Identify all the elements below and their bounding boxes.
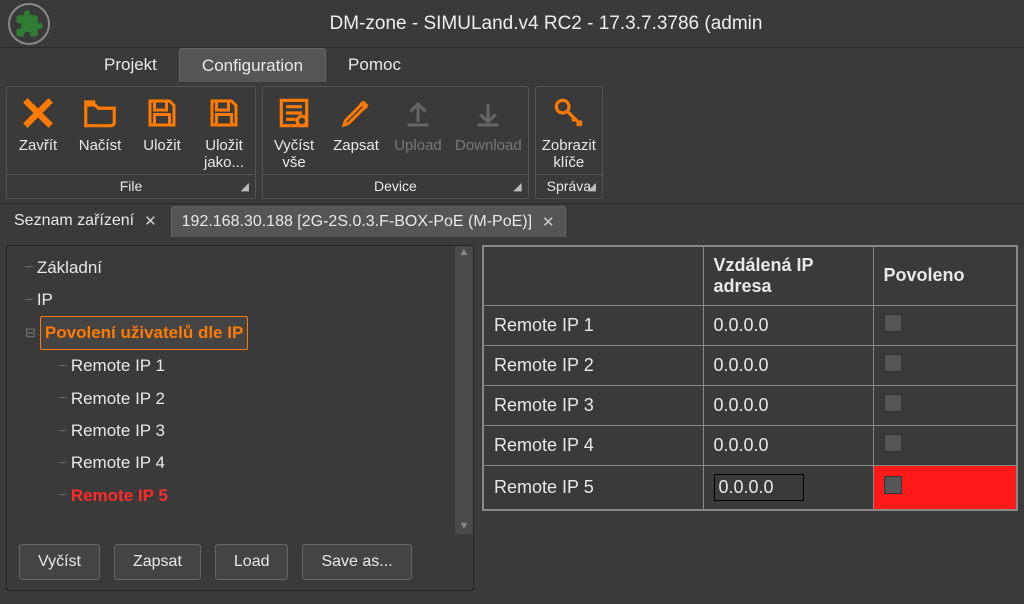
tree-node-remote-ip-3[interactable]: ┄Remote IP 3	[11, 415, 451, 447]
download-icon	[468, 93, 508, 133]
write-button[interactable]: Zapsat	[325, 87, 387, 174]
checkbox-icon[interactable]	[884, 394, 902, 412]
table-row[interactable]: Remote IP 1 0.0.0.0	[483, 305, 1017, 345]
tree-node-remote-ip-5[interactable]: ┄Remote IP 5	[11, 480, 451, 512]
ribbon-footer-sprava: Správa ◢	[536, 174, 602, 198]
row-ip[interactable]: 0.0.0.0	[703, 305, 873, 345]
pencil-icon	[336, 93, 376, 133]
save-as-button-bottom[interactable]: Save as...	[302, 544, 411, 580]
row-ip[interactable]: 0.0.0.0	[703, 385, 873, 425]
ribbon: Zavřít Načíst Uložit Uložit jako...	[0, 82, 1024, 203]
puzzle-icon	[14, 9, 44, 39]
load-button-bottom[interactable]: Load	[215, 544, 289, 580]
menu-projekt[interactable]: Projekt	[82, 48, 179, 82]
row-enabled[interactable]	[873, 385, 1017, 425]
scroll-up-icon[interactable]: ▲	[459, 246, 470, 260]
tab-device-list[interactable]: Seznam zařízení ✕	[4, 206, 167, 236]
close-button[interactable]: Zavřít	[7, 87, 69, 174]
close-tab-icon[interactable]: ✕	[542, 213, 555, 231]
download-button: Download	[449, 87, 528, 174]
row-name: Remote IP 3	[483, 385, 703, 425]
expand-icon[interactable]: ◢	[241, 180, 249, 193]
ip-edit-input[interactable]: 0.0.0.0	[714, 474, 804, 501]
row-ip[interactable]: 0.0.0.0	[703, 425, 873, 465]
show-keys-button[interactable]: Zobrazit klíče	[536, 87, 602, 174]
save-as-button[interactable]: Uložit jako...	[193, 87, 255, 174]
table-row[interactable]: Remote IP 4 0.0.0.0	[483, 425, 1017, 465]
remote-ip-table: Vzdálená IP adresa Povoleno Remote IP 1 …	[482, 245, 1018, 511]
ribbon-group-sprava: Zobrazit klíče Správa ◢	[535, 86, 603, 199]
tree-node-remote-ip-2[interactable]: ┄Remote IP 2	[11, 383, 451, 415]
save-button[interactable]: Uložit	[131, 87, 193, 174]
save-icon	[142, 93, 182, 133]
write-button-bottom[interactable]: Zapsat	[114, 544, 201, 580]
table-row[interactable]: Remote IP 5 0.0.0.0	[483, 465, 1017, 510]
col-ip-header: Vzdálená IP adresa	[703, 246, 873, 306]
checkbox-icon[interactable]	[884, 434, 902, 452]
upload-icon	[398, 93, 438, 133]
row-name: Remote IP 2	[483, 345, 703, 385]
table-row[interactable]: Remote IP 3 0.0.0.0	[483, 385, 1017, 425]
window-title: DM-zone - SIMULand.v4 RC2 - 17.3.7.3786 …	[68, 13, 1024, 35]
row-name: Remote IP 5	[483, 465, 703, 510]
ribbon-group-file: Zavřít Načíst Uložit Uložit jako...	[6, 86, 256, 199]
left-button-row: Vyčíst Zapsat Load Save as...	[7, 534, 473, 590]
config-tree[interactable]: ┄Základní ┄IP ⊟Povolení uživatelů dle IP…	[7, 246, 455, 534]
row-enabled[interactable]	[873, 425, 1017, 465]
row-name: Remote IP 4	[483, 425, 703, 465]
ribbon-footer-file: File ◢	[7, 174, 255, 198]
row-enabled[interactable]	[873, 345, 1017, 385]
tree-node-povoleni[interactable]: ⊟Povolení uživatelů dle IP	[11, 316, 451, 350]
col-enabled-header: Povoleno	[873, 246, 1017, 306]
main-area: ┄Základní ┄IP ⊟Povolení uživatelů dle IP…	[0, 239, 1024, 597]
key-icon	[549, 93, 589, 133]
expand-icon[interactable]: ◢	[513, 180, 521, 193]
tree-node-zakladni[interactable]: ┄Základní	[11, 252, 451, 284]
tab-device-ip[interactable]: 192.168.30.188 [2G-2S.0.3.F-BOX-PoE (M-P…	[171, 206, 566, 237]
folder-open-icon	[80, 93, 120, 133]
upload-button: Upload	[387, 87, 449, 174]
menubar: Projekt Configuration Pomoc	[0, 48, 1024, 82]
tree-node-remote-ip-4[interactable]: ┄Remote IP 4	[11, 447, 451, 479]
tree-scrollbar[interactable]: ▲ ▼	[455, 246, 473, 534]
checkbox-icon[interactable]	[884, 354, 902, 372]
save-as-icon	[204, 93, 244, 133]
row-enabled[interactable]	[873, 305, 1017, 345]
document-tabs: Seznam zařízení ✕ 192.168.30.188 [2G-2S.…	[0, 203, 1024, 239]
ribbon-footer-device: Device ◢	[263, 174, 528, 198]
table-row[interactable]: Remote IP 2 0.0.0.0	[483, 345, 1017, 385]
ribbon-group-device: Vyčíst vše Zapsat Upload Download	[262, 86, 529, 199]
right-pane: Vzdálená IP adresa Povoleno Remote IP 1 …	[482, 245, 1018, 591]
menu-pomoc[interactable]: Pomoc	[326, 48, 423, 82]
left-pane: ┄Základní ┄IP ⊟Povolení uživatelů dle IP…	[6, 245, 474, 591]
read-all-icon	[274, 93, 314, 133]
read-button[interactable]: Vyčíst	[19, 544, 100, 580]
menu-configuration[interactable]: Configuration	[179, 48, 326, 82]
col-name-header	[483, 246, 703, 306]
tree-node-ip[interactable]: ┄IP	[11, 284, 451, 316]
read-all-button[interactable]: Vyčíst vše	[263, 87, 325, 174]
row-enabled[interactable]	[873, 465, 1017, 510]
tree-node-remote-ip-1[interactable]: ┄Remote IP 1	[11, 350, 451, 382]
load-button[interactable]: Načíst	[69, 87, 131, 174]
close-tab-icon[interactable]: ✕	[144, 212, 157, 230]
table-header-row: Vzdálená IP adresa Povoleno	[483, 246, 1017, 306]
row-name: Remote IP 1	[483, 305, 703, 345]
row-ip[interactable]: 0.0.0.0	[703, 345, 873, 385]
app-logo	[8, 3, 50, 45]
expand-icon[interactable]: ◢	[587, 180, 595, 193]
scroll-down-icon[interactable]: ▼	[459, 520, 470, 534]
titlebar: DM-zone - SIMULand.v4 RC2 - 17.3.7.3786 …	[0, 0, 1024, 48]
close-icon	[18, 93, 58, 133]
checkbox-icon[interactable]	[884, 476, 902, 494]
checkbox-icon[interactable]	[884, 314, 902, 332]
row-ip[interactable]: 0.0.0.0	[703, 465, 873, 510]
